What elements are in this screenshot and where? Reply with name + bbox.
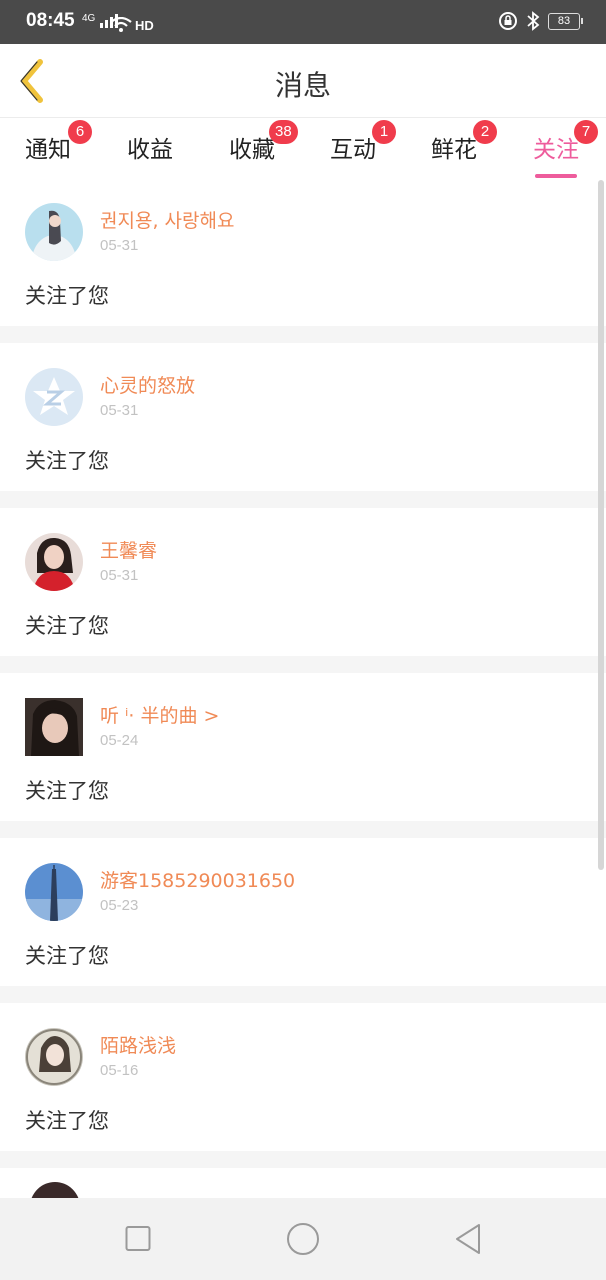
follow-date: 05-23: [100, 897, 139, 914]
tab-label: 收益: [127, 137, 173, 163]
network-type: 4G: [82, 13, 96, 24]
tab-earnings[interactable]: 收益: [127, 130, 173, 164]
follow-message: 关注了您: [25, 1109, 109, 1133]
follower-name[interactable]: 권지용, 사랑해요: [100, 206, 234, 233]
hd-indicator: HD: [135, 18, 154, 33]
follow-message: 关注了您: [25, 284, 109, 308]
avatar[interactable]: [30, 1182, 80, 1198]
nav-bar: 消息: [0, 44, 606, 118]
tab-label: 关注: [533, 137, 579, 163]
follower-name[interactable]: 游客1585290031650: [100, 866, 295, 893]
avatar[interactable]: [25, 203, 83, 261]
list-item[interactable]: 听 ⁱ· 半的曲 > 05-24 关注了您: [0, 673, 606, 821]
unread-badge: 2: [473, 120, 497, 144]
avatar[interactable]: [25, 368, 83, 426]
follow-message: 关注了您: [25, 449, 109, 473]
follow-date: 05-24: [100, 732, 139, 749]
list-item[interactable]: 心灵的怒放 05-31 关注了您: [0, 343, 606, 491]
tab-flowers[interactable]: 鲜花 2: [431, 120, 497, 164]
tab-follows[interactable]: 关注 7: [533, 120, 598, 178]
system-nav-bar: [0, 1198, 606, 1280]
follow-message: 关注了您: [25, 614, 109, 638]
unread-badge: 1: [372, 120, 396, 144]
follow-message: 关注了您: [25, 779, 109, 803]
status-time: 08:45: [26, 10, 75, 31]
follow-date: 05-31: [100, 402, 139, 419]
avatar[interactable]: [25, 1028, 83, 1086]
tab-label: 互动: [330, 137, 376, 163]
list-item[interactable]: [0, 1168, 606, 1198]
follower-name[interactable]: 听 ⁱ· 半的曲 >: [100, 701, 219, 728]
square-icon[interactable]: [125, 1222, 151, 1254]
tab-label: 鲜花: [431, 137, 477, 163]
battery-indicator: 83: [548, 12, 583, 30]
status-right: 83: [498, 11, 583, 31]
avatar[interactable]: [25, 698, 83, 756]
alarm-lock-icon: [499, 12, 517, 30]
follow-date: 05-16: [100, 1062, 139, 1079]
tab-label: 通知: [25, 137, 71, 163]
list-item[interactable]: 游客1585290031650 05-23 关注了您: [0, 838, 606, 986]
avatar[interactable]: [25, 533, 83, 591]
avatar[interactable]: [25, 863, 83, 921]
bluetooth-icon: [527, 11, 540, 31]
follow-date: 05-31: [100, 567, 139, 584]
follow-date: 05-31: [100, 237, 139, 254]
tab-favorites[interactable]: 收藏 38: [229, 120, 298, 164]
list-item[interactable]: 권지용, 사랑해요 05-31 关注了您: [0, 178, 606, 326]
tab-bar: 通知 6 收益 收藏 38 互动 1 鲜花 2 关注 7: [0, 118, 606, 178]
list-item[interactable]: 陌路浅浅 05-16 关注了您: [0, 1003, 606, 1151]
triangle-back-icon[interactable]: [454, 1222, 482, 1256]
wifi-icon: [110, 17, 132, 32]
follower-name[interactable]: 王馨睿: [100, 536, 157, 563]
follower-name[interactable]: 陌路浅浅: [100, 1031, 176, 1058]
unread-badge: 38: [269, 120, 298, 144]
list-item[interactable]: 王馨睿 05-31 关注了您: [0, 508, 606, 656]
unread-badge: 7: [574, 120, 598, 144]
tab-interactions[interactable]: 互动 1: [330, 120, 396, 164]
unread-badge: 6: [68, 120, 92, 144]
circle-icon[interactable]: [286, 1222, 320, 1256]
tab-label: 收藏: [229, 137, 275, 163]
scrollbar[interactable]: [598, 180, 604, 870]
follow-message: 关注了您: [25, 944, 109, 968]
follower-name[interactable]: 心灵的怒放: [100, 371, 195, 398]
follow-list[interactable]: 권지용, 사랑해요 05-31 关注了您 心灵的怒放 05-31 关注了您 王馨…: [0, 178, 606, 1198]
status-bar: 08:45 4G HD 83: [0, 0, 606, 44]
tab-notifications[interactable]: 通知 6: [25, 120, 92, 164]
page-title: 消息: [274, 69, 331, 102]
